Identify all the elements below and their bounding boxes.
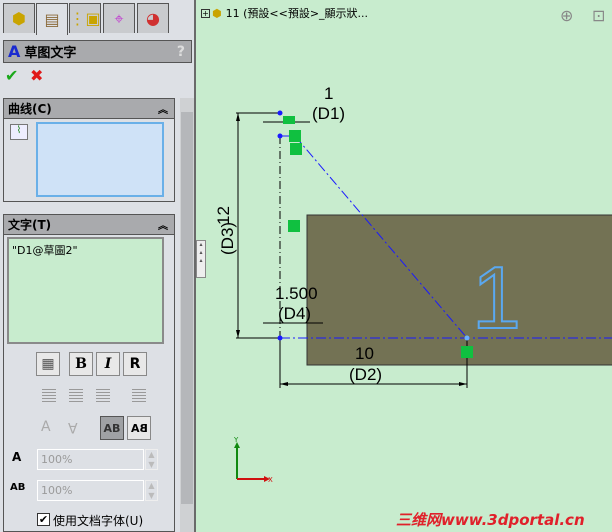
vertical-relation-icon <box>288 220 300 232</box>
graphics-area[interactable]: + ⬢ 11 (預設<<預設>_顯示狀... ⊕ ⊡ 1 (D1) 12 (D3… <box>196 0 612 532</box>
collapse-icon[interactable]: ︽ <box>158 217 168 232</box>
dimension-d1-name: (D1) <box>312 104 346 123</box>
flip-vertical-icon[interactable]: A <box>41 419 51 435</box>
watermark: 三维网www.3dportal.cn <box>396 511 585 529</box>
tab-feature-manager[interactable]: ⬢ <box>3 3 35 33</box>
align-left-button[interactable] <box>42 389 56 403</box>
part-icon: ⬢ <box>12 9 26 28</box>
text-input[interactable]: "D1@草圖2" <box>7 237 164 344</box>
spacing-icon: AB <box>10 482 26 493</box>
y-axis-label: Y <box>234 436 239 444</box>
bold-button[interactable]: B <box>69 352 93 376</box>
dimension-d4-name: (D4) <box>278 304 312 323</box>
property-icon: ▤ <box>44 10 60 29</box>
right-to-left-button[interactable]: BA <box>127 416 151 440</box>
width-factor-icon: A <box>12 450 22 464</box>
panel-title: 草图文字 <box>24 46 77 61</box>
sketch-drawing <box>234 110 612 482</box>
x-axis-label: X <box>268 476 273 484</box>
text-section-header[interactable]: 文字(T) ︽ <box>3 214 175 235</box>
dimension-d2-name: (D2) <box>349 365 383 384</box>
tab-dimxpert[interactable]: ⌖ <box>103 3 135 33</box>
spacing-input[interactable]: 100% <box>37 480 144 501</box>
use-doc-font-label: 使用文档字体(U) <box>53 514 144 528</box>
link-property-icon: ▦ <box>41 356 55 372</box>
sketch-text-icon: A <box>8 42 21 61</box>
scrollbar-thumb[interactable] <box>181 112 193 504</box>
help-icon[interactable]: ? <box>177 44 185 60</box>
sketch-point <box>277 133 283 139</box>
curve-icon: ⌇ <box>10 124 28 140</box>
dimension-d3-name: (D3) <box>218 221 237 255</box>
width-factor-input[interactable]: 100% <box>37 449 144 470</box>
color-wheel-icon: ◕ <box>146 9 160 28</box>
horizontal-relation-icon <box>283 116 295 124</box>
crosshair-icon: ⌖ <box>114 8 124 28</box>
rotate-button[interactable]: R <box>123 352 147 376</box>
use-doc-font-checkbox[interactable]: ✔ <box>37 513 50 526</box>
link-property-button[interactable]: ▦ <box>36 352 60 376</box>
property-manager-panel: ⬢ ▤ ⋮▣ ⌖ ◕ A 草图文字 ? ✔ ✖ 曲线(C) ︽ ⌇ 文字(T) ︽ … <box>0 0 196 532</box>
align-right-button[interactable] <box>96 389 110 403</box>
ok-button[interactable]: ✔ <box>5 66 18 85</box>
sketch-point <box>464 335 470 341</box>
coincident-relation-icon <box>461 346 473 358</box>
spacing-spinner[interactable]: ▲ ▼ <box>145 480 158 501</box>
flip-upside-icon[interactable]: A <box>68 419 78 435</box>
sketch-text[interactable]: 1 <box>471 253 522 343</box>
italic-button[interactable]: I <box>96 352 120 376</box>
align-center-button[interactable] <box>69 389 83 403</box>
panel-scrollbar[interactable] <box>180 98 194 532</box>
dimension-d4-value[interactable]: 1.500 <box>275 284 318 304</box>
collapse-icon[interactable]: ︽ <box>158 101 168 116</box>
left-to-right-button[interactable]: AB <box>100 416 124 440</box>
tab-property-manager[interactable]: ▤ <box>36 3 68 35</box>
curves-section-label: 曲线(C) <box>8 102 52 116</box>
text-section-label: 文字(T) <box>8 218 52 232</box>
dimension-d2-value[interactable]: 10 <box>355 344 374 364</box>
panel-title-bar: A 草图文字 ? <box>3 40 192 63</box>
coincident-relation-icon <box>290 143 302 155</box>
justify-button[interactable] <box>132 389 146 403</box>
curves-section-header[interactable]: 曲线(C) ︽ <box>3 98 175 119</box>
curves-list[interactable] <box>36 122 164 197</box>
dimension-d1-value[interactable]: 1 <box>324 84 333 104</box>
rtl-label: BA <box>130 421 148 435</box>
part-body <box>306 214 612 366</box>
sketch-point <box>277 110 283 116</box>
coincident-relation-icon <box>289 130 301 142</box>
tab-display-manager[interactable]: ◕ <box>137 3 169 33</box>
width-factor-spinner[interactable]: ▲ ▼ <box>145 449 158 470</box>
tab-configuration-manager[interactable]: ⋮▣ <box>69 3 101 33</box>
sketch-point <box>277 335 283 341</box>
config-icon: ⋮▣ <box>69 9 101 28</box>
cancel-button[interactable]: ✖ <box>30 66 43 85</box>
